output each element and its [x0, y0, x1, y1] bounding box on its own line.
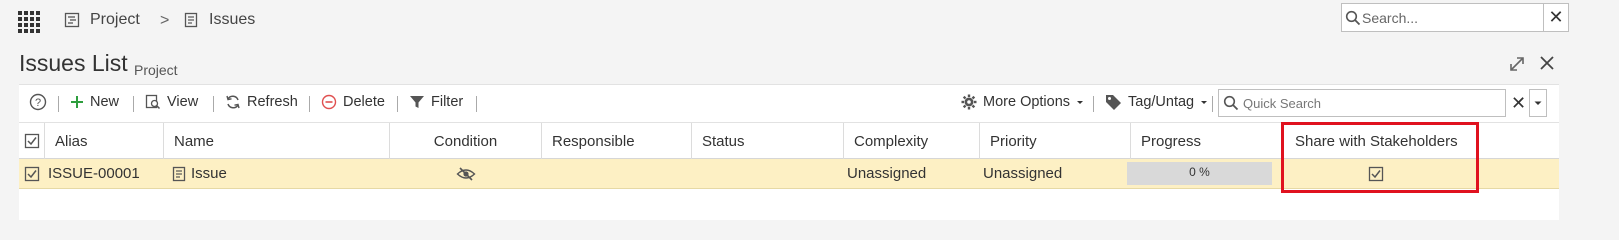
- close-icon[interactable]: [1537, 53, 1557, 73]
- quick-search-dropdown[interactable]: [1529, 89, 1547, 117]
- checkbox-checked-icon: [1368, 166, 1384, 181]
- search-icon: [1223, 95, 1239, 111]
- checkbox-checked-icon: [24, 133, 39, 149]
- toolbar-divider: [58, 96, 59, 112]
- new-button-label: New: [90, 94, 120, 110]
- refresh-button-label: Refresh: [247, 94, 298, 110]
- refresh-button[interactable]: Refresh: [225, 94, 298, 110]
- view-button-label: View: [167, 94, 199, 110]
- progress-value: 0 %: [1189, 165, 1210, 179]
- cell-priority[interactable]: Unassigned: [974, 159, 1131, 188]
- page-title: Issues List: [19, 50, 128, 76]
- column-header-priority[interactable]: Priority: [980, 123, 1131, 159]
- toolbar-divider: [213, 96, 214, 112]
- column-header-alias[interactable]: Alias: [45, 123, 164, 159]
- cell-condition[interactable]: [390, 159, 542, 188]
- delete-icon: [321, 94, 337, 110]
- filter-button-label: Filter: [431, 94, 464, 110]
- delete-button[interactable]: Delete: [321, 94, 385, 110]
- toolbar-divider: [397, 96, 398, 112]
- breadcrumb-project-label: Project: [90, 11, 140, 28]
- caret-down-icon: [1201, 101, 1208, 104]
- clear-search-button[interactable]: ✕: [1543, 4, 1568, 31]
- cell-share-with-stakeholders[interactable]: [1282, 159, 1470, 188]
- cell-complexity[interactable]: Unassigned: [838, 159, 980, 188]
- cell-alias[interactable]: ISSUE-00001: [39, 159, 164, 188]
- tag-untag-button[interactable]: Tag/Untag: [1105, 94, 1209, 110]
- view-icon: [145, 94, 161, 110]
- tag-untag-label: Tag/Untag: [1128, 94, 1195, 110]
- progress-bar[interactable]: 0 %: [1127, 162, 1272, 185]
- cell-name[interactable]: Issue: [164, 159, 390, 188]
- gear-icon: [961, 94, 977, 110]
- global-search: ✕: [1341, 3, 1569, 32]
- tag-icon: [1106, 95, 1121, 110]
- clear-quick-search-button[interactable]: ✕: [1508, 89, 1529, 117]
- column-header-progress[interactable]: Progress: [1131, 123, 1282, 159]
- help-icon: ?: [29, 93, 47, 111]
- page-subtitle: Project: [134, 62, 178, 78]
- breadcrumb-project[interactable]: Project: [64, 11, 140, 29]
- view-button[interactable]: View: [145, 94, 198, 110]
- cell-responsible[interactable]: [542, 159, 692, 188]
- expand-icon[interactable]: [1508, 55, 1526, 73]
- toolbar: ? New View Refresh Delete Filter More Op…: [19, 84, 1559, 122]
- table-row[interactable]: ISSUE-00001 Issue Unassigned Unassigned …: [19, 159, 1559, 189]
- column-header-share-with-stakeholders[interactable]: Share with Stakeholders: [1282, 123, 1482, 159]
- more-options-label: More Options: [983, 94, 1071, 110]
- new-button[interactable]: New: [70, 94, 119, 110]
- toolbar-divider: [1212, 96, 1213, 112]
- more-options-button[interactable]: More Options: [961, 94, 1085, 110]
- cell-name-text: Issue: [191, 165, 227, 182]
- search-icon: [1345, 10, 1361, 26]
- issues-grid: Alias Name Condition Responsible Status …: [19, 122, 1559, 220]
- filter-button[interactable]: Filter: [409, 94, 463, 110]
- plus-icon: [71, 96, 83, 108]
- toolbar-divider: [1093, 96, 1094, 112]
- caret-down-icon: [1534, 101, 1542, 105]
- issue-icon: [172, 166, 186, 181]
- hidden-condition-icon: [456, 166, 476, 181]
- caret-down-icon: [1077, 101, 1084, 104]
- select-all-checkbox[interactable]: [19, 123, 45, 159]
- column-header-condition[interactable]: Condition: [390, 123, 542, 159]
- help-icon-glyph: ?: [35, 97, 41, 109]
- column-header-responsible[interactable]: Responsible: [542, 123, 692, 159]
- filter-icon: [410, 96, 424, 108]
- breadcrumb-issues-label: Issues: [209, 11, 256, 28]
- cell-status[interactable]: [692, 159, 844, 188]
- grid-header: Alias Name Condition Responsible Status …: [19, 122, 1559, 159]
- issues-icon: [184, 12, 198, 28]
- column-header-name[interactable]: Name: [164, 123, 390, 159]
- column-header-status[interactable]: Status: [692, 123, 844, 159]
- checkbox-checked-icon: [24, 166, 40, 181]
- column-header-complexity[interactable]: Complexity: [844, 123, 980, 159]
- toolbar-divider: [133, 96, 134, 112]
- toolbar-divider: [476, 96, 477, 112]
- top-bar: Project > Issues ✕: [0, 0, 1619, 44]
- quick-search-input[interactable]: [1243, 94, 1498, 113]
- quick-search: [1218, 89, 1506, 117]
- app-launcher-icon[interactable]: [18, 11, 40, 33]
- refresh-icon: [226, 95, 240, 109]
- breadcrumb-issues[interactable]: Issues: [183, 11, 255, 29]
- breadcrumb-separator: >: [160, 12, 170, 29]
- global-search-input[interactable]: [1362, 8, 1542, 28]
- project-icon: [64, 12, 80, 28]
- delete-button-label: Delete: [343, 94, 385, 110]
- help-button[interactable]: ?: [29, 93, 53, 111]
- toolbar-divider: [309, 96, 310, 112]
